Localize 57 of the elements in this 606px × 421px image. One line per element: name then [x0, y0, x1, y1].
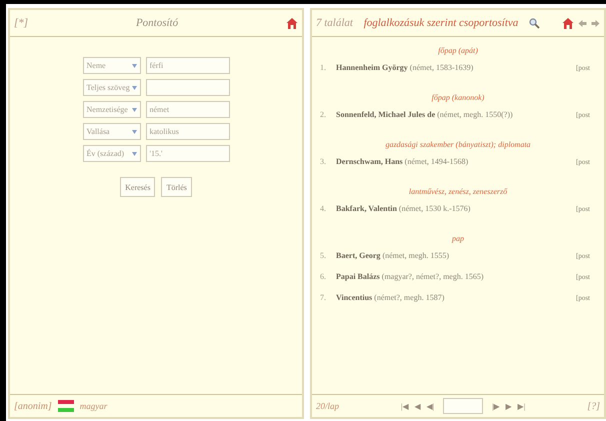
entry-link[interactable]: Hannenheim György (német, 1583-1639): [336, 63, 570, 72]
entry-link[interactable]: Dernschwam, Hans (német, 1494-1568): [336, 157, 570, 166]
group-heading: főpap (apát): [437, 45, 479, 57]
result-count: 7 találat: [316, 17, 353, 29]
caret-icon: [132, 64, 136, 68]
pager-button[interactable]: ▶: [504, 402, 513, 410]
panel-title: Pontosító: [134, 17, 180, 29]
caret-icon: [132, 108, 136, 112]
caret-icon: [132, 130, 136, 134]
group-heading: pap: [450, 233, 465, 245]
pager-button[interactable]: |◀: [400, 402, 410, 410]
criterion-select[interactable]: Teljes szöveg: [82, 79, 140, 96]
group-heading: gazdasági szakember (bányatiszt); diplomata: [384, 139, 532, 151]
entry-number: 4.: [320, 204, 327, 213]
entry-number: 7.: [320, 293, 327, 302]
criterion-field[interactable]: '15.': [146, 145, 230, 162]
criterion-select[interactable]: Év (század): [82, 145, 140, 162]
panel-title: foglalkozásuk szerint csoportosítva: [362, 17, 520, 29]
home-icon[interactable]: [286, 16, 298, 30]
page-field[interactable]: [443, 398, 484, 414]
language-link[interactable]: magyar: [80, 401, 108, 411]
pager-button[interactable]: ◀|: [426, 402, 436, 410]
entry-link[interactable]: Sonnenfeld, Michael Jules de (német, megh. 1550(?)): [336, 110, 570, 119]
home-icon[interactable]: [562, 16, 574, 30]
search-icon[interactable]: [529, 18, 540, 28]
criterion-field[interactable]: katolikus: [146, 123, 230, 140]
form-button[interactable]: Törlés: [161, 177, 192, 197]
entry-number: 6.: [320, 272, 327, 281]
criterion-select[interactable]: Vallása: [82, 123, 140, 140]
caret-icon: [132, 152, 136, 156]
help-link[interactable]: [?]: [587, 400, 600, 412]
panel-marker: [*]: [14, 17, 28, 29]
entry-number: 1.: [320, 63, 327, 72]
criterion-field[interactable]: [146, 79, 230, 96]
entry-number: 5.: [320, 251, 327, 260]
flag-icon[interactable]: [58, 400, 74, 412]
criterion-field[interactable]: férfi: [146, 57, 230, 74]
criterion-select[interactable]: Nemzetisége: [82, 101, 140, 118]
entry-number: 3.: [320, 157, 327, 166]
form-button[interactable]: Keresés: [120, 177, 156, 197]
criterion-select[interactable]: Neme: [82, 57, 140, 74]
group-heading: főpap (kanonok): [430, 92, 486, 104]
per-page-link[interactable]: 20/lap: [316, 401, 340, 411]
forward-arrow-icon[interactable]: [591, 18, 600, 28]
user-label: [anonim]: [14, 400, 52, 412]
criterion-field[interactable]: német: [146, 101, 230, 118]
pager-button[interactable]: |▶: [491, 402, 501, 410]
entry-number: 2.: [320, 110, 327, 119]
entry-link[interactable]: Papai Balázs (magyar?, német?, megh. 1565): [336, 272, 570, 281]
back-arrow-icon[interactable]: [578, 18, 587, 28]
pager-button[interactable]: ▶|: [516, 402, 526, 410]
group-heading: lantművész, zenész, zeneszerző: [408, 186, 508, 198]
caret-icon: [132, 86, 136, 90]
entry-link[interactable]: Baert, Georg (német, megh. 1555): [336, 251, 570, 260]
entry-link[interactable]: Vincentius (német?, megh. 1587): [336, 293, 570, 302]
pager-button[interactable]: ◀: [414, 402, 422, 410]
entry-link[interactable]: Bakfark, Valentin (német, 1530 k.-1576): [336, 204, 570, 213]
